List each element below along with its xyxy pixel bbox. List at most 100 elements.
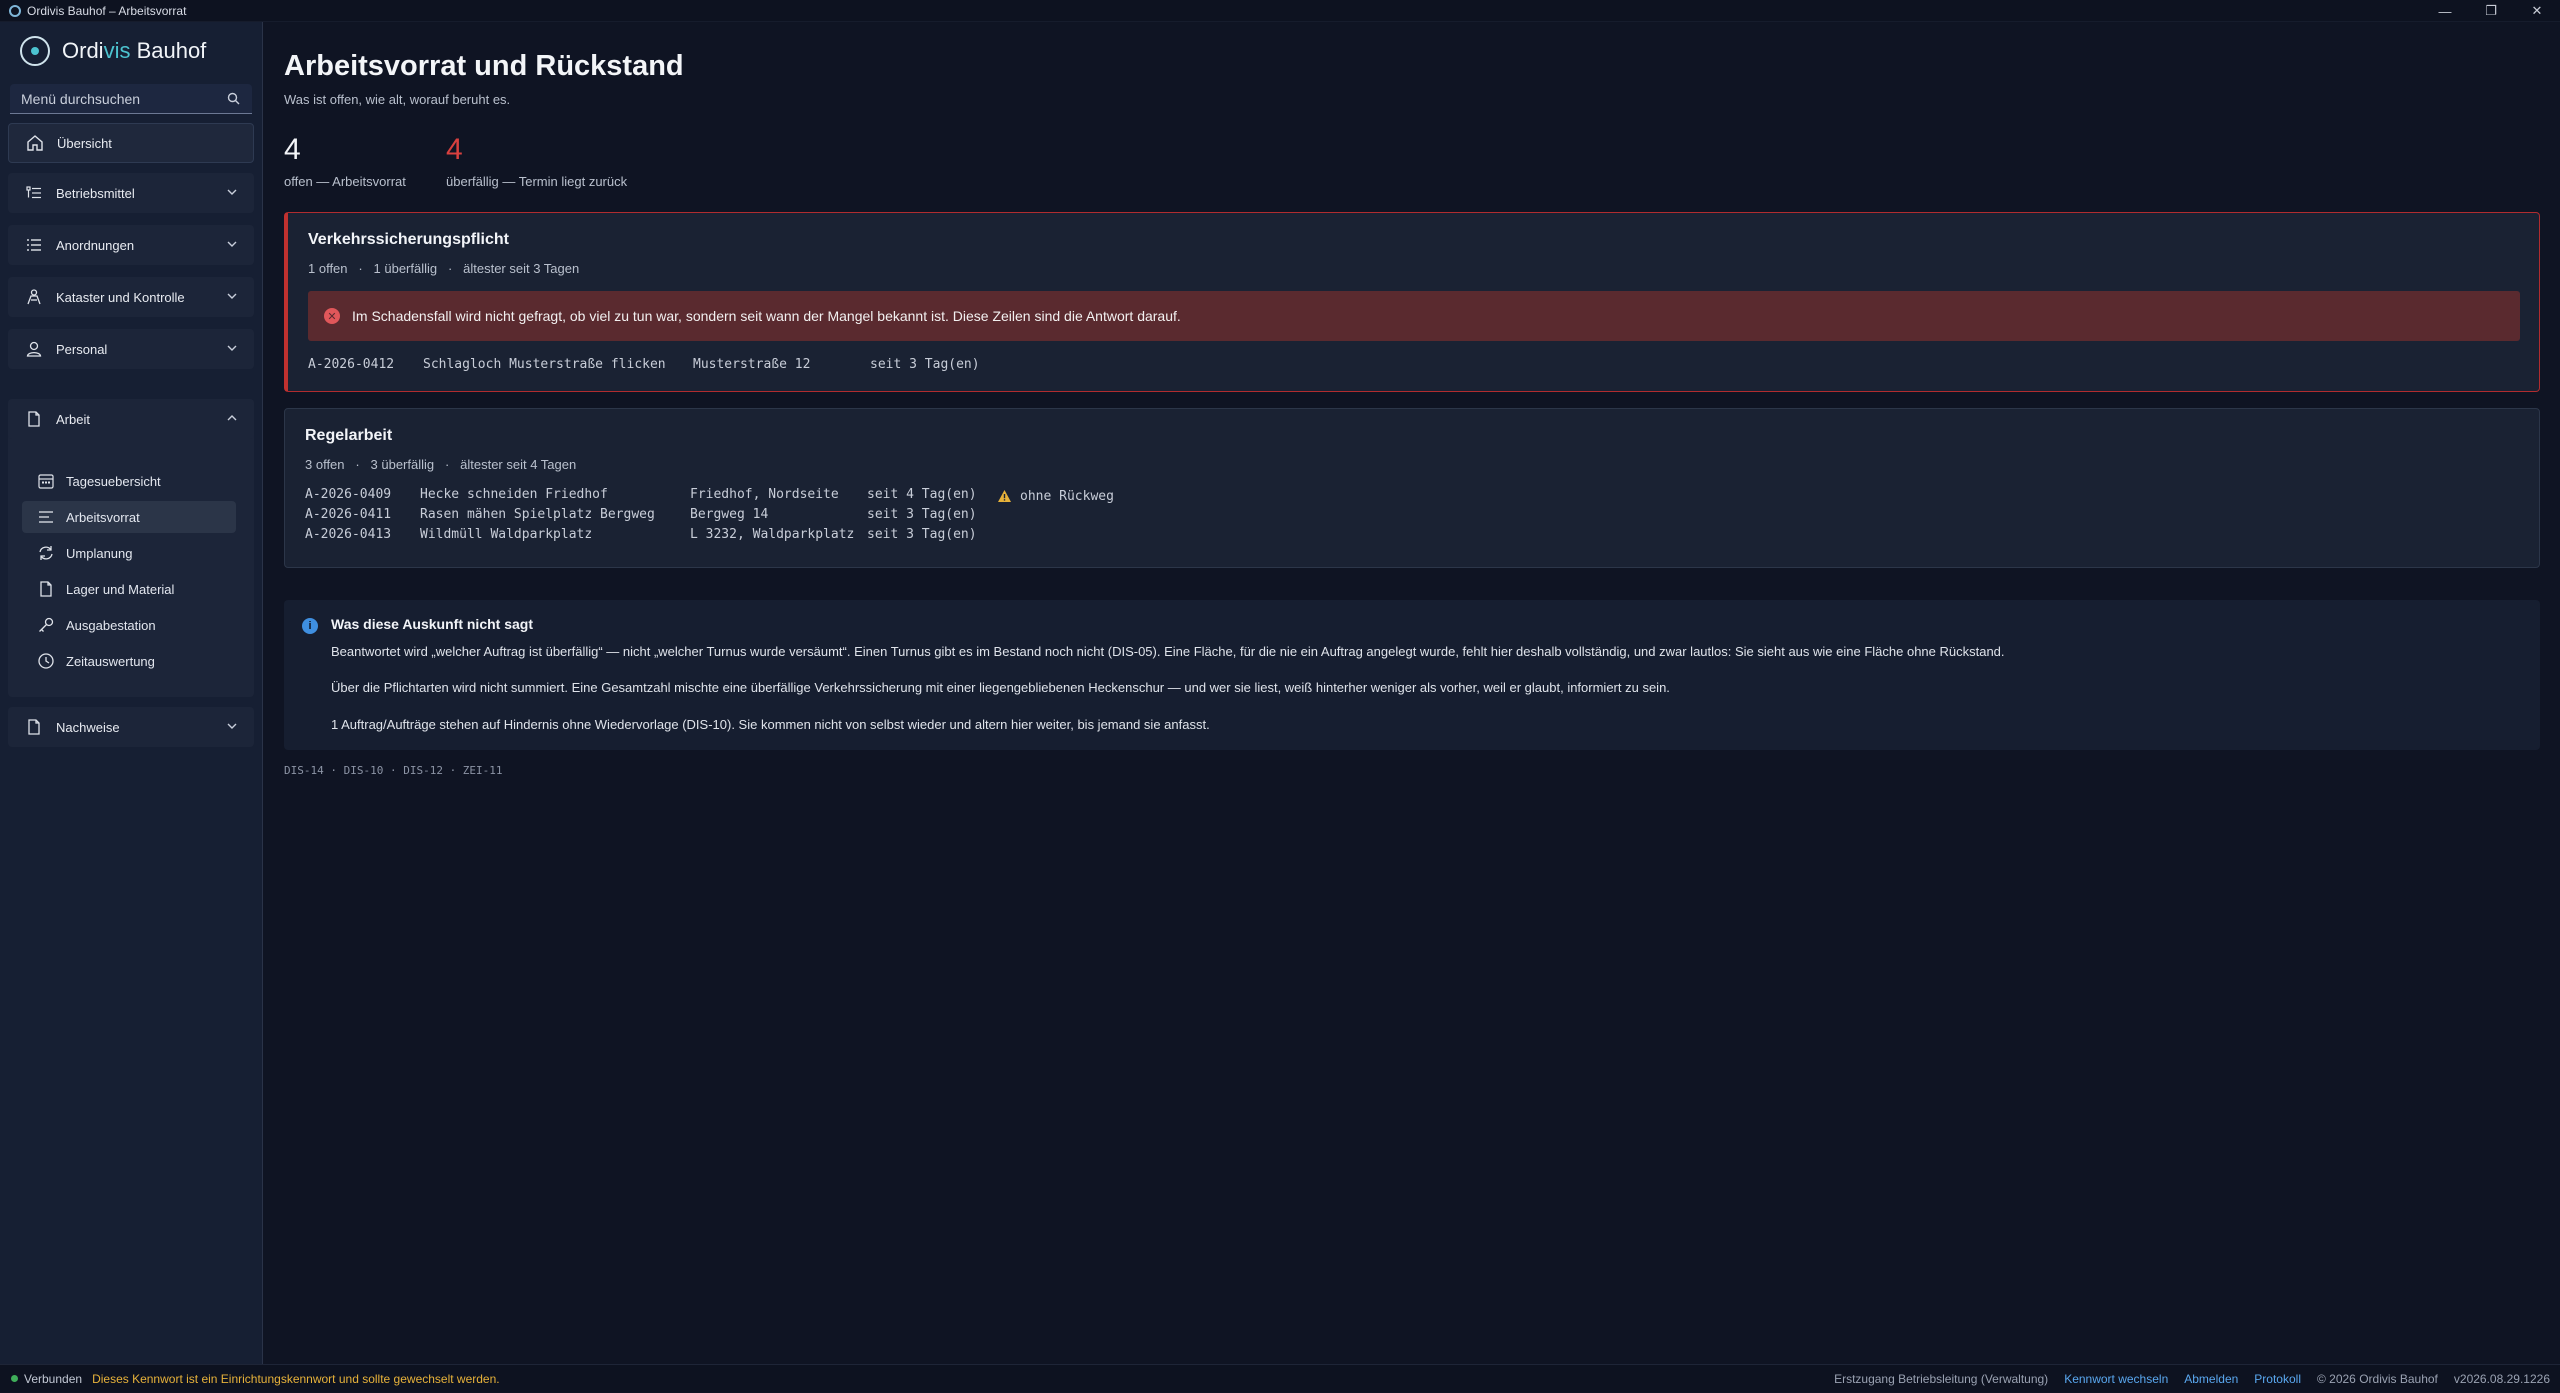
info-paragraph: Beantwortet wird „welcher Auftrag ist üb…	[331, 644, 2005, 659]
row-age: seit 3 Tag(en)	[867, 527, 977, 542]
row-id: A-2026-0411	[305, 507, 392, 522]
row-age: seit 3 Tag(en)	[870, 357, 980, 372]
warning-icon	[998, 490, 1011, 502]
kpi-open: 4 offen — Arbeitsvorrat	[284, 132, 406, 189]
nav-label: Übersicht	[57, 135, 112, 151]
restore-button[interactable]: ❐	[2468, 0, 2514, 22]
chevron-down-icon	[227, 189, 237, 195]
sub-item-label: Zeitauswertung	[66, 653, 155, 669]
nav-group-arbeit: Arbeit Tagesuebersicht Arbeitsvorrat Ump…	[8, 399, 254, 697]
group-card-regelarbeit: Regelarbeit 3 offen · 3 überfällig · ält…	[284, 408, 2540, 568]
nav-label: Kataster und Kontrolle	[56, 289, 185, 305]
group-meta: 1 offen · 1 überfällig · ältester seit 3…	[308, 261, 580, 276]
home-icon	[25, 133, 45, 153]
sub-item-ausgabestation[interactable]: Ausgabestation	[22, 609, 236, 641]
info-box: i Was diese Auskunft nicht sagt Beantwor…	[284, 600, 2540, 750]
inspector-icon	[24, 287, 44, 307]
sub-item-label: Ausgabestation	[66, 617, 156, 633]
calendar-icon	[36, 471, 56, 491]
group-title: Regelarbeit	[305, 427, 393, 444]
error-alert: ✕ Im Schadensfall wird nicht gefragt, ob…	[308, 291, 2520, 341]
nav-label: Personal	[56, 341, 108, 357]
row-location: Bergweg 14	[690, 507, 769, 522]
chevron-down-icon	[227, 345, 237, 351]
table-row[interactable]: A-2026-0409 Hecke schneiden Friedhof Fri…	[305, 487, 1114, 505]
sync-icon	[36, 543, 56, 563]
sub-item-lager[interactable]: Lager und Material	[22, 573, 236, 605]
menu-search-input[interactable]: Menü durchsuchen	[10, 84, 252, 114]
main-content: Arbeitsvorrat und Rückstand Was ist offe…	[264, 22, 2560, 1364]
chevron-up-icon	[227, 415, 237, 421]
nav-item-betriebsmittel[interactable]: Betriebsmittel	[8, 173, 254, 213]
copyright: © 2026 Ordivis Bauhof	[2316, 1372, 2438, 1386]
group-meta: 3 offen · 3 überfällig · ältester seit 4…	[305, 457, 577, 472]
row-location: L 3232, Waldparkplatz	[690, 527, 855, 542]
row-title: Rasen mähen Spielplatz Bergweg	[420, 507, 655, 522]
menu-search-placeholder: Menü durchsuchen	[21, 90, 141, 107]
nav-item-arbeit[interactable]: Arbeit	[8, 399, 254, 439]
table-row[interactable]: A-2026-0413 Wildmüll Waldparkplatz L 323…	[305, 527, 997, 545]
kpi-overdue-label: überfällig — Termin liegt zurück	[446, 174, 628, 189]
sub-item-label: Umplanung	[66, 545, 133, 561]
kpi-open-label: offen — Arbeitsvorrat	[284, 174, 406, 189]
info-title: Was diese Auskunft nicht sagt	[331, 616, 533, 632]
row-title: Wildmüll Waldparkplatz	[420, 527, 593, 542]
reference-codes: DIS-14 · DIS-10 · DIS-12 · ZEI-11	[284, 764, 503, 777]
group-card-verkehrssicherung: Verkehrssicherungspflicht 1 offen · 1 üb…	[284, 212, 2540, 392]
logout-link[interactable]: Abmelden	[2184, 1372, 2238, 1386]
list-icon	[24, 235, 44, 255]
sub-item-arbeitsvorrat[interactable]: Arbeitsvorrat	[22, 501, 236, 533]
row-id: A-2026-0413	[305, 527, 392, 542]
person-icon	[24, 339, 44, 359]
nav-label: Nachweise	[56, 719, 120, 735]
nav-item-personal[interactable]: Personal	[8, 329, 254, 369]
change-password-link[interactable]: Kennwort wechseln	[2064, 1372, 2168, 1386]
row-warning-text: ohne Rückweg	[1020, 488, 1114, 504]
info-paragraph: Über die Pflichtarten wird nicht summier…	[331, 680, 1670, 695]
row-location: Friedhof, Nordseite	[690, 487, 839, 502]
nav-item-kataster[interactable]: Kataster und Kontrolle	[8, 277, 254, 317]
document-icon	[36, 579, 56, 599]
error-icon: ✕	[324, 308, 340, 324]
clock-icon	[36, 651, 56, 671]
sub-item-label: Arbeitsvorrat	[66, 509, 140, 525]
status-bar: Verbunden Dieses Kennwort ist ein Einric…	[0, 1364, 2560, 1392]
table-row[interactable]: A-2026-0411 Rasen mähen Spielplatz Bergw…	[305, 507, 997, 525]
table-row[interactable]: A-2026-0412 Schlagloch Musterstraße flic…	[308, 357, 1000, 375]
chevron-down-icon	[227, 293, 237, 299]
version: v2026.08.29.1226	[2453, 1372, 2550, 1386]
window-titlebar: Ordivis Bauhof – Arbeitsvorrat — ❐ ✕	[0, 0, 2560, 22]
password-warning: Dieses Kennwort ist ein Einrichtungskenn…	[92, 1371, 500, 1386]
window-title: Ordivis Bauhof – Arbeitsvorrat	[27, 3, 187, 18]
info-icon: i	[302, 618, 318, 634]
app-icon	[9, 4, 21, 17]
nav-item-nachweise[interactable]: Nachweise	[8, 707, 254, 747]
nav-item-anordnungen[interactable]: Anordnungen	[8, 225, 254, 265]
row-id: A-2026-0412	[308, 357, 395, 372]
row-title: Schlagloch Musterstraße flicken	[423, 357, 666, 372]
sub-item-zeitauswertung[interactable]: Zeitauswertung	[22, 645, 236, 677]
current-user: Erstzugang Betriebsleitung (Verwaltung)	[1834, 1372, 2049, 1386]
row-id: A-2026-0409	[305, 487, 392, 502]
close-window-button[interactable]: ✕	[2514, 0, 2560, 22]
kpi-overdue: 4 überfällig — Termin liegt zurück	[446, 132, 627, 189]
brand[interactable]: Ordivis Bauhof	[20, 36, 206, 66]
sub-item-umplanung[interactable]: Umplanung	[22, 537, 236, 569]
row-title: Hecke schneiden Friedhof	[420, 487, 608, 502]
minimize-button[interactable]: —	[2422, 0, 2468, 22]
nav-label: Anordnungen	[56, 237, 135, 253]
brand-name: Ordivis Bauhof	[62, 38, 207, 63]
nav-label: Arbeit	[56, 411, 90, 427]
connection-status-dot	[11, 1375, 18, 1382]
document-icon	[24, 409, 44, 429]
sidebar: Ordivis Bauhof Menü durchsuchen Übersich…	[0, 22, 263, 1364]
lines-icon	[36, 507, 56, 527]
info-paragraph: 1 Auftrag/Aufträge stehen auf Hindernis …	[331, 717, 1210, 732]
protocol-link[interactable]: Protokoll	[2254, 1372, 2301, 1386]
key-icon	[36, 615, 56, 635]
chevron-down-icon	[227, 723, 237, 729]
nav-label: Betriebsmittel	[56, 185, 135, 201]
logo-icon	[20, 36, 50, 66]
nav-item-overview[interactable]: Übersicht	[8, 123, 254, 163]
sub-item-tagesuebersicht[interactable]: Tagesuebersicht	[22, 465, 236, 497]
